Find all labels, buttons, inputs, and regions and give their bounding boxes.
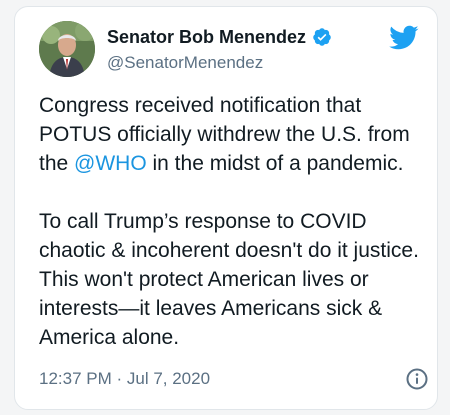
tweet-paragraph-1: Congress received notification that POTU… (39, 91, 429, 178)
info-icon[interactable] (405, 367, 429, 391)
verified-badge-icon (312, 27, 332, 47)
tweet-header: Senator Bob Menendez @SenatorMenendez (15, 7, 437, 85)
tweet-paragraph-2: To call Trump’s response to COVID chaoti… (39, 210, 419, 349)
handle[interactable]: @SenatorMenendez (107, 53, 263, 73)
timestamp[interactable]: 12:37 PM · Jul 7, 2020 (39, 369, 210, 389)
tweet-card[interactable]: Senator Bob Menendez @SenatorMenendez Co… (14, 6, 438, 410)
avatar[interactable] (39, 21, 95, 77)
name-line: Senator Bob Menendez (107, 25, 332, 49)
twitter-bird-icon[interactable] (389, 25, 419, 51)
tweet-footer: 12:37 PM · Jul 7, 2020 (39, 365, 429, 393)
tweet-text: Congress received notification that POTU… (39, 91, 429, 352)
avatar-photo (39, 21, 95, 77)
tweet-text-segment: in the midst of a pandemic. (146, 152, 404, 175)
mention-link[interactable]: @WHO (74, 152, 147, 175)
display-name[interactable]: Senator Bob Menendez (107, 27, 306, 48)
